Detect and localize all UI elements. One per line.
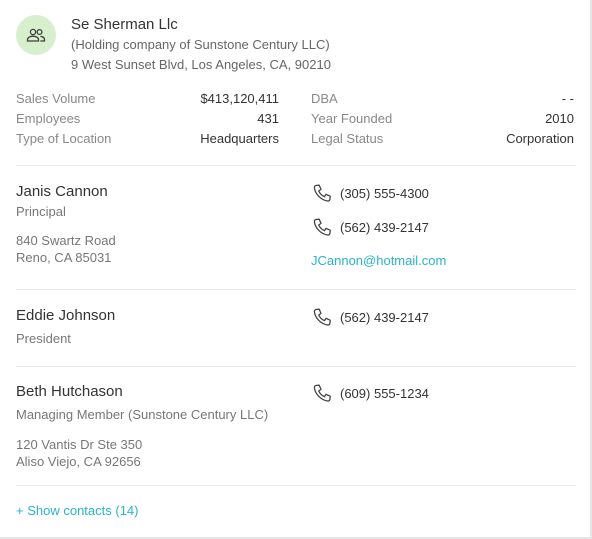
phone-icon [313, 308, 331, 326]
contact-name: Eddie Johnson [16, 307, 116, 324]
year-founded-label: Year Founded [311, 111, 393, 126]
divider [16, 289, 576, 290]
contact-title: Principal [16, 204, 66, 219]
employees-label: Employees [16, 111, 81, 126]
contact-address: 840 Swartz Road Reno, CA 85031 [16, 232, 116, 266]
contact-name: Beth Hutchason [16, 383, 123, 400]
company-parent: (Holding company of Sunstone Century LLC… [71, 37, 330, 52]
contact-phone[interactable]: (609) 555-1234 [312, 383, 429, 403]
contact-title: Managing Member (Sunstone Century LLC) [16, 407, 269, 422]
contact-phone-number: (562) 439-2147 [340, 309, 429, 325]
contact-phone-number: (305) 555-4300 [340, 185, 429, 201]
divider [16, 366, 576, 367]
dba-label: DBA [311, 91, 338, 106]
contact-name: Janis Cannon [16, 183, 108, 200]
phone-icon [313, 384, 331, 402]
company-address: 9 West Sunset Blvd, Los Angeles, CA, 902… [71, 57, 331, 72]
contact-phone[interactable]: (562) 439-2147 [312, 217, 429, 237]
company-avatar [16, 15, 56, 55]
contact-address-line1: 120 Vantis Dr Ste 350 [16, 437, 143, 452]
contact-email-link[interactable]: JCannon@hotmail.com [311, 253, 446, 268]
contact-phone[interactable]: (562) 439-2147 [312, 307, 429, 327]
contact-address-line2: Reno, CA 85031 [16, 250, 112, 265]
divider [16, 165, 576, 166]
employees-value: 431 [257, 111, 279, 126]
legal-status-label: Legal Status [311, 131, 384, 146]
show-contacts-link[interactable]: + Show contacts (14) [16, 503, 138, 518]
contact-title: President [16, 331, 71, 346]
dba-value: - - [561, 91, 574, 106]
company-name: Se Sherman Llc [71, 16, 178, 33]
location-type-value: Headquarters [200, 131, 279, 146]
contact-phone-number: (609) 555-1234 [340, 385, 429, 401]
contact-address: 120 Vantis Dr Ste 350 Aliso Viejo, CA 92… [16, 436, 142, 470]
people-icon [26, 28, 46, 42]
legal-status-value: Corporation [506, 131, 574, 146]
year-founded-value: 2010 [545, 111, 574, 126]
contact-phone[interactable]: (305) 555-4300 [312, 183, 429, 203]
contact-phone-number: (562) 439-2147 [340, 219, 429, 235]
company-card: Se Sherman Llc (Holding company of Sunst… [0, 0, 592, 539]
sales-volume-label: Sales Volume [16, 91, 96, 106]
divider [16, 485, 576, 486]
contact-address-line1: 840 Swartz Road [16, 233, 116, 248]
contact-address-line2: Aliso Viejo, CA 92656 [16, 454, 141, 469]
location-type-label: Type of Location [16, 131, 112, 146]
phone-icon [313, 218, 331, 236]
sales-volume-value: $413,120,411 [200, 91, 279, 106]
phone-icon [313, 184, 331, 202]
